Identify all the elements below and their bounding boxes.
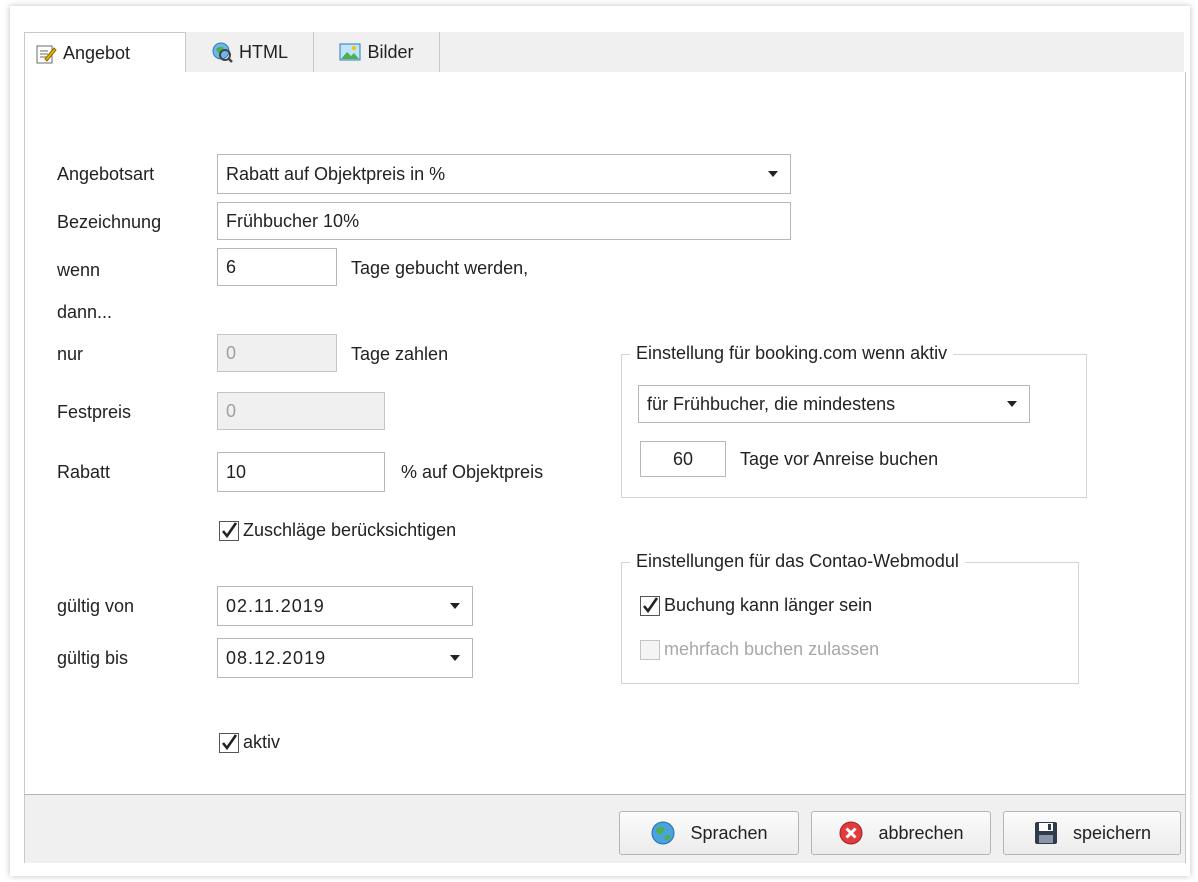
chevron-down-icon [1007,401,1017,407]
wenn-suffix: Tage gebucht werden, [351,258,529,278]
contao-settings-group: Einstellungen für das Contao-Webmodul Bu… [621,551,1079,684]
booking-mode-value: für Frühbucher, die mindestens [647,393,896,414]
tab-bilder[interactable]: Bilder [314,32,440,72]
mehrfach-buchen-checkbox[interactable]: mehrfach buchen zulassen [640,639,879,660]
angebotsart-value: Rabatt auf Objektpreis in % [226,163,446,184]
contao-group-title: Einstellungen für das Contao-Webmodul [630,551,965,572]
gueltig-bis-label: gültig bis [57,648,129,668]
floppy-disk-icon [1033,820,1059,846]
booking-mode-select[interactable]: für Frühbucher, die mindestens [638,385,1030,423]
wenn-days-input[interactable] [217,248,337,286]
booking-group-title: Einstellung für booking.com wenn aktiv [630,343,954,364]
speichern-button[interactable]: speichern [1003,811,1181,855]
nur-suffix: Tage zahlen [351,344,449,364]
rabatt-input[interactable] [217,452,385,492]
bezeichnung-input[interactable] [217,202,791,240]
sprachen-button[interactable]: Sprachen [619,811,799,855]
gueltig-von-datepicker[interactable]: 02.11.2019 [217,586,473,626]
tab-html-label: HTML [239,41,288,62]
wenn-label: wenn [57,260,101,280]
booking-days-suffix: Tage vor Anreise buchen [740,449,939,469]
bezeichnung-label: Bezeichnung [57,212,162,232]
gueltig-bis-datepicker[interactable]: 08.12.2019 [217,638,473,678]
booking-settings-group: Einstellung für booking.com wenn aktiv f… [621,343,1087,498]
nur-label: nur [57,344,84,364]
abbrechen-button[interactable]: abbrechen [811,811,991,855]
checkmark-icon [219,520,239,541]
globe-icon [650,820,676,846]
picture-icon [339,41,361,63]
tab-html[interactable]: HTML [186,32,314,72]
buchung-laenger-label: Buchung kann länger sein [664,595,873,615]
globe-search-icon [211,41,233,63]
tab-angebot[interactable]: Angebot [24,32,186,74]
tab-strip: Angebot HTML Bilder [24,32,1184,74]
zuschlaege-label: Zuschläge berücksichtigen [243,520,457,540]
checkmark-icon [219,732,239,753]
button-bar: Sprachen abbrechen speichern [24,794,1186,863]
sprachen-label: Sprachen [690,822,768,843]
dann-label: dann... [57,302,113,322]
rabatt-suffix: % auf Objektpreis [401,462,544,482]
chevron-down-icon [450,603,460,609]
tab-bilder-label: Bilder [367,41,414,62]
gueltig-von-value: 02.11.2019 [226,595,325,616]
checkbox-empty-icon [640,639,660,660]
aktiv-checkbox[interactable]: aktiv [219,732,280,753]
festpreis-label: Festpreis [57,402,132,422]
chevron-down-icon [768,171,778,177]
zuschlaege-checkbox[interactable]: Zuschläge berücksichtigen [219,520,456,541]
angebotsart-label: Angebotsart [57,164,155,184]
abbrechen-label: abbrechen [878,822,964,843]
gueltig-bis-value: 08.12.2019 [226,647,327,668]
rabatt-label: Rabatt [57,462,111,482]
angebotsart-select[interactable]: Rabatt auf Objektpreis in % [217,154,791,194]
buchung-laenger-checkbox[interactable]: Buchung kann länger sein [640,595,872,616]
nur-days-input[interactable] [217,334,337,372]
mehrfach-buchen-label: mehrfach buchen zulassen [664,639,880,659]
tab-angebot-label: Angebot [63,43,131,63]
chevron-down-icon [450,655,460,661]
festpreis-input[interactable] [217,392,385,430]
gueltig-von-label: gültig von [57,596,135,616]
cancel-icon [838,820,864,846]
checkmark-icon [640,595,660,616]
aktiv-label: aktiv [243,732,281,752]
booking-days-input[interactable] [640,441,726,477]
angebot-panel: Angebotsart Rabatt auf Objektpreis in % … [24,72,1186,794]
notepad-edit-icon [35,43,57,65]
speichern-label: speichern [1072,822,1152,843]
